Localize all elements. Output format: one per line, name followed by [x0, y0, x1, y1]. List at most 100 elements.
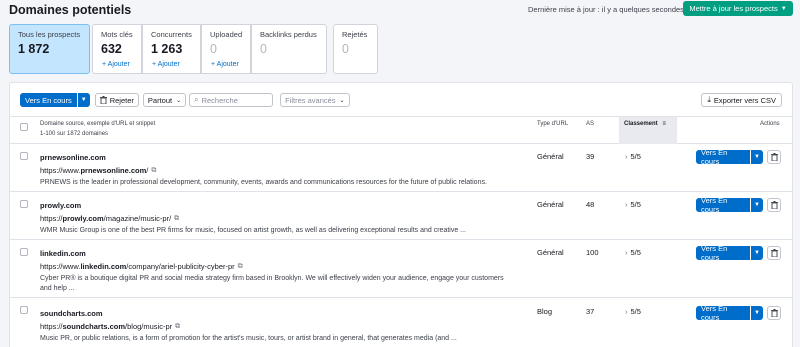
table-row: linkedin.com https://www.linkedin.com/co…: [10, 240, 792, 298]
page-title: Domaines potentiels: [9, 3, 132, 17]
download-icon: ⤓: [707, 95, 711, 104]
chevron-down-icon: ▼: [754, 310, 760, 316]
row-status-button[interactable]: Vers En cours: [696, 196, 750, 214]
row-reject-button[interactable]: [767, 150, 781, 164]
row-reject-button[interactable]: [767, 246, 781, 260]
row-status-dropdown[interactable]: ▼: [751, 150, 763, 164]
row-status-dropdown[interactable]: ▼: [751, 246, 763, 260]
row-reject-button[interactable]: [767, 306, 781, 320]
stat-card-all[interactable]: Tous les prospects 1 872: [9, 24, 90, 74]
external-link-icon[interactable]: ⧉: [151, 167, 156, 175]
select-all-checkbox[interactable]: [20, 123, 28, 131]
row-as: 37: [586, 307, 595, 316]
row-domain[interactable]: soundcharts.com: [40, 309, 103, 318]
row-domain[interactable]: prowly.com: [40, 201, 81, 210]
stat-card-rejected[interactable]: Rejetés 0: [333, 24, 378, 74]
row-checkbox[interactable]: [20, 152, 28, 160]
row-status-dropdown[interactable]: ▼: [751, 306, 763, 320]
trash-icon: [770, 153, 778, 161]
row-domain[interactable]: linkedin.com: [40, 249, 86, 258]
table-row: prnewsonline.com https://www.prnewsonlin…: [10, 144, 792, 192]
chevron-down-icon: ▼: [80, 97, 87, 103]
trash-icon: [99, 96, 107, 104]
row-domain[interactable]: prnewsonline.com: [40, 153, 106, 162]
row-rank[interactable]: › 5/5: [625, 200, 641, 209]
row-status-control: Vers En cours ▼: [696, 244, 763, 262]
chevron-right-icon: ›: [625, 248, 628, 257]
row-status-control: Vers En cours ▼: [696, 148, 763, 166]
row-type: Blog: [537, 307, 553, 316]
external-link-icon[interactable]: ⧉: [175, 323, 180, 331]
stat-card-competitors[interactable]: Concurrents 1 263 + Ajouter: [142, 24, 201, 74]
external-link-icon[interactable]: ⧉: [238, 263, 243, 271]
add-keywords-link[interactable]: + Ajouter: [102, 61, 130, 68]
row-type: Général: [537, 200, 564, 209]
col-source-count: 1-100 sur 1872 domaines: [40, 131, 109, 137]
chevron-down-icon: ▼: [754, 154, 760, 160]
chevron-down-icon: ▼: [780, 5, 787, 12]
row-as: 48: [586, 200, 595, 209]
chevron-down-icon: ▼: [754, 202, 760, 208]
row-status-button[interactable]: Vers En cours: [696, 304, 750, 322]
row-status-control: Vers En cours ▼: [696, 196, 763, 214]
col-source: Domaine source, exemple d'URL et snippet: [40, 121, 156, 127]
row-snippet: Cyber PR® is a boutique digital PR and s…: [40, 275, 504, 292]
row-type: Général: [537, 152, 564, 161]
row-status-control: Vers En cours ▼: [696, 304, 763, 322]
row-url[interactable]: https://www.prnewsonline.com/ ⧉: [40, 166, 156, 175]
last-updated-text: Dernière mise à jour : il y a quelques s…: [528, 5, 684, 14]
chevron-down-icon: ⌄: [176, 97, 182, 104]
stat-card-keywords[interactable]: Mots clés 632 + Ajouter: [92, 24, 142, 74]
row-checkbox[interactable]: [20, 200, 28, 208]
bulk-status-dropdown[interactable]: ▼: [77, 93, 90, 107]
table-row: soundcharts.com https://soundcharts.com/…: [10, 298, 792, 347]
add-competitors-link[interactable]: + Ajouter: [152, 61, 180, 68]
col-actions: Actions: [760, 121, 780, 127]
trash-icon: [770, 309, 778, 317]
row-reject-button[interactable]: [767, 198, 781, 212]
prospects-panel: Vers En cours ▼ Rejeter Partout ⌄ ⌕ Rech…: [9, 82, 793, 347]
trash-icon: [770, 249, 778, 257]
row-url[interactable]: https://www.linkedin.com/company/ariel-p…: [40, 262, 243, 271]
table-row: prowly.com https://prowly.com/magazine/m…: [10, 192, 792, 240]
row-status-dropdown[interactable]: ▼: [751, 198, 763, 212]
chevron-down-icon: ▼: [754, 250, 760, 256]
export-csv-button[interactable]: ⤓ Exporter vers CSV: [701, 93, 782, 107]
col-as[interactable]: AS: [586, 121, 594, 127]
scope-select[interactable]: Partout ⌄: [142, 93, 187, 107]
reject-button[interactable]: Rejeter: [94, 93, 139, 107]
stat-card-uploaded[interactable]: Uploaded 0 + Ajouter: [201, 24, 251, 74]
col-type[interactable]: Type d'URL: [537, 121, 568, 127]
row-status-button[interactable]: Vers En cours: [696, 244, 750, 262]
stat-card-lost-backlinks[interactable]: Backlinks perdus 0: [251, 24, 327, 74]
bulk-status-button[interactable]: Vers En cours: [20, 93, 77, 107]
row-url[interactable]: https://prowly.com/magazine/music-pr/ ⧉: [40, 214, 179, 223]
advanced-filters-select[interactable]: Filtres avancés ⌄: [280, 93, 350, 107]
trash-icon: [770, 201, 778, 209]
col-rank[interactable]: Classement ≡: [624, 121, 666, 127]
row-snippet: Music PR, or public relations, is a form…: [40, 335, 457, 342]
row-as: 100: [586, 248, 599, 257]
row-rank[interactable]: › 5/5: [625, 152, 641, 161]
row-status-button[interactable]: Vers En cours: [696, 148, 750, 166]
row-type: Général: [537, 248, 564, 257]
chevron-right-icon: ›: [625, 152, 628, 161]
chevron-down-icon: ⌄: [339, 97, 345, 104]
row-url[interactable]: https://soundcharts.com/blog/music-pr ⧉: [40, 322, 180, 331]
table-header: Domaine source, exemple d'URL et snippet…: [10, 116, 792, 144]
search-input[interactable]: ⌕ Recherche: [189, 93, 274, 107]
search-icon: ⌕: [194, 95, 199, 104]
row-rank[interactable]: › 5/5: [625, 307, 641, 316]
chevron-right-icon: ›: [625, 307, 628, 316]
row-rank[interactable]: › 5/5: [625, 248, 641, 257]
row-checkbox[interactable]: [20, 248, 28, 256]
row-checkbox[interactable]: [20, 306, 28, 314]
add-uploaded-link[interactable]: + Ajouter: [211, 61, 239, 68]
sort-icon: ≡: [662, 121, 666, 127]
row-as: 39: [586, 152, 595, 161]
external-link-icon[interactable]: ⧉: [174, 215, 179, 223]
update-prospects-button[interactable]: Mettre à jour les prospects ▼: [683, 1, 793, 16]
row-snippet: PRNEWS is the leader in professional dev…: [40, 179, 487, 186]
toolbar: Vers En cours ▼ Rejeter Partout ⌄ ⌕ Rech…: [20, 93, 350, 107]
chevron-right-icon: ›: [625, 200, 628, 209]
